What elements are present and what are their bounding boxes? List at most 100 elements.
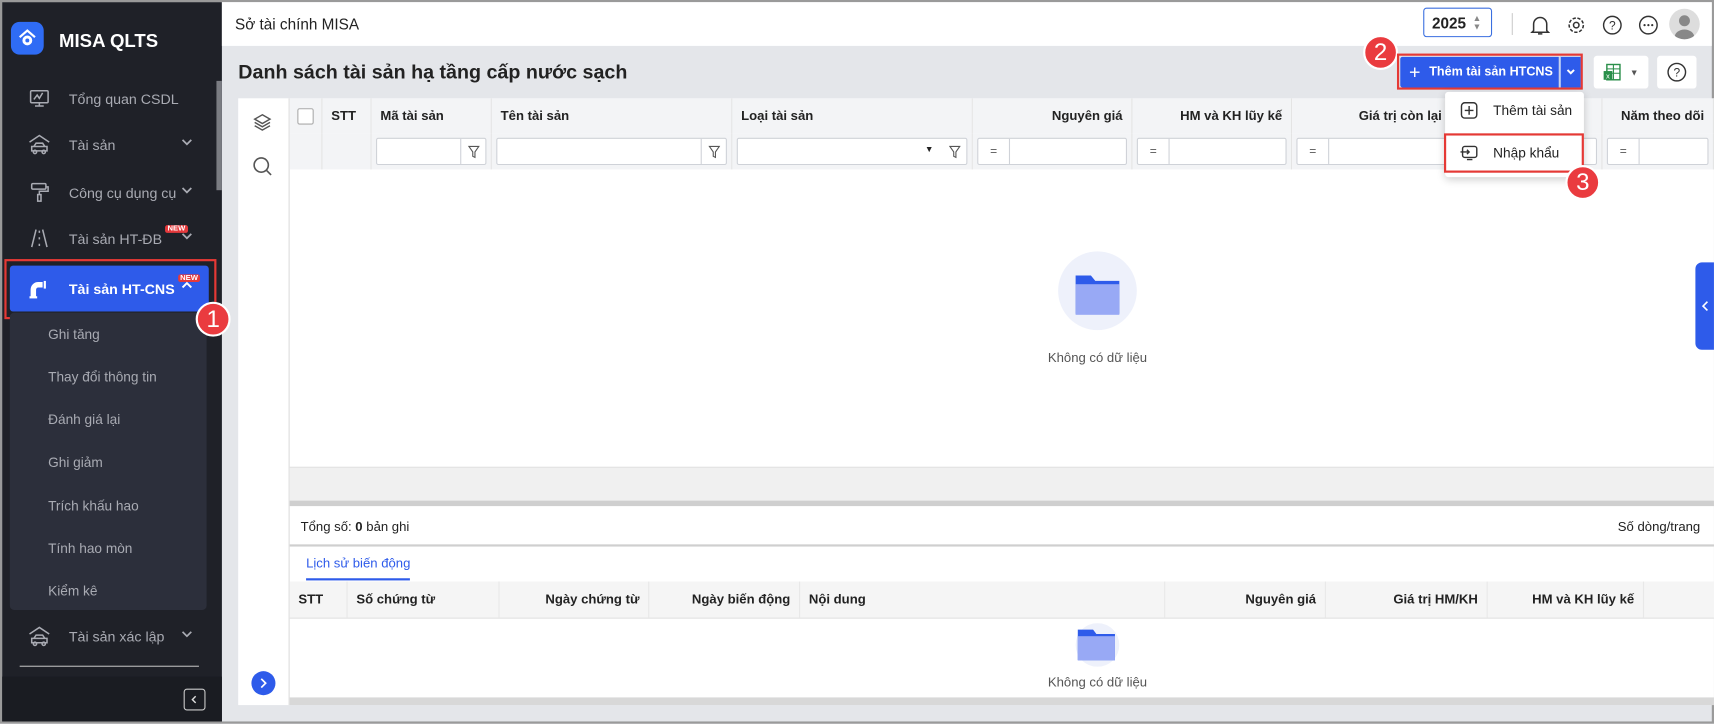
total-records: Tổng số: 0 bản ghi: [301, 519, 410, 534]
sidebar-item-road-assets[interactable]: Tài sản HT-ĐB NEW: [10, 216, 209, 260]
add-dropdown-toggle[interactable]: [1559, 56, 1581, 88]
submenu-item[interactable]: Tính hao mòn: [48, 541, 132, 556]
caret-down-icon: ▼: [1629, 67, 1639, 78]
help-icon: ?: [1667, 62, 1687, 82]
expand-panel-button[interactable]: [251, 671, 276, 696]
grid-panel: STT Mã tài sản Tên tài sản Loại tài sản …: [238, 98, 1714, 706]
filter-input[interactable]: =: [1606, 137, 1709, 166]
sidebar-item-tools[interactable]: Công cụ dụng cụ: [10, 171, 209, 215]
history-col-original-cost[interactable]: Nguyên giá: [1165, 581, 1326, 618]
filter-cell: [322, 133, 372, 170]
col-header-asset-name[interactable]: Tên tài sản: [491, 98, 733, 134]
step-badge-3: 3: [1565, 165, 1601, 201]
house-car-icon: [25, 625, 53, 647]
sidebar-scrollbar[interactable]: [216, 80, 222, 191]
page-help-button[interactable]: ?: [1657, 55, 1697, 89]
collapse-sidebar-button[interactable]: [183, 688, 206, 711]
help-icon[interactable]: ?: [1600, 13, 1624, 37]
right-panel-toggle[interactable]: [1695, 262, 1714, 350]
filter-icon[interactable]: [700, 138, 726, 164]
divider: [1511, 13, 1513, 35]
filter-input[interactable]: =: [977, 137, 1127, 166]
submenu-item[interactable]: Ghi tăng: [48, 327, 100, 342]
history-col-voucher-no[interactable]: Số chứng từ: [348, 581, 500, 618]
filter-input[interactable]: [496, 137, 727, 166]
filter-input[interactable]: [376, 137, 487, 166]
filter-accumulated: =: [1132, 133, 1293, 170]
submenu-item[interactable]: Kiểm kê: [48, 584, 97, 599]
chevron-down-icon: [180, 184, 193, 200]
layers-icon[interactable]: [251, 111, 273, 136]
history-col-accumulated[interactable]: HM và KH lũy kế: [1488, 581, 1645, 618]
sidebar-item-overview[interactable]: Tổng quan CSDL: [10, 77, 209, 121]
horizontal-scrollbar[interactable]: [289, 500, 1714, 507]
operator-equals[interactable]: =: [1608, 138, 1640, 164]
col-header-accumulated-depreciation[interactable]: HM và KH lũy kế: [1132, 98, 1293, 134]
filter-input[interactable]: =: [1136, 137, 1287, 166]
col-header-tracking-year[interactable]: Năm theo dõi: [1602, 98, 1714, 134]
history-col-depreciation-value[interactable]: Giá trị HM/KH: [1326, 581, 1488, 618]
filter-icon[interactable]: [460, 138, 485, 164]
sidebar-item-label: Tài sản HT-ĐB: [68, 230, 163, 247]
sidebar-item-label: Tài sản: [68, 136, 116, 153]
year-value: 2025: [1431, 13, 1467, 32]
water-pipe-icon: [25, 278, 53, 300]
caret-down-icon: ▼: [924, 144, 934, 155]
avatar[interactable]: [1669, 8, 1700, 40]
sidebar-item-established-assets[interactable]: Tài sản xác lập: [10, 614, 209, 658]
bell-icon[interactable]: [1528, 13, 1552, 37]
filter-select[interactable]: ▼: [736, 137, 968, 166]
select-all-header: [289, 98, 323, 134]
chevron-down-icon: [180, 627, 193, 643]
history-scrollbar[interactable]: [289, 697, 1714, 706]
menu-item-label: Thêm tài sản: [1493, 102, 1573, 119]
history-col-change-date[interactable]: Ngày biến động: [649, 581, 801, 618]
sidebar-item-assets[interactable]: Tài sản: [10, 122, 209, 166]
filter-asset-type: ▼: [732, 133, 973, 170]
chevron-down-icon: [180, 230, 193, 246]
submenu-item[interactable]: Thay đổi thông tin: [48, 369, 157, 384]
page-size-label[interactable]: Số dòng/trang: [1618, 519, 1700, 534]
operator-equals[interactable]: =: [1138, 138, 1170, 164]
history-empty-message: Không có dữ liệu: [1047, 674, 1148, 690]
sidebar-item-water-assets[interactable]: Tài sản HT-CNS NEW: [9, 265, 209, 312]
sidebar-item-label: Tổng quan CSDL: [68, 90, 179, 107]
filter-icon[interactable]: [942, 139, 966, 164]
add-htcns-button[interactable]: + Thêm tài sản HTCNS: [1400, 56, 1559, 88]
excel-export-button[interactable]: x ▼: [1593, 55, 1649, 89]
gear-icon[interactable]: [1564, 13, 1588, 37]
plus-square-icon: [1460, 102, 1478, 119]
filter-tracking-year: =: [1602, 133, 1714, 170]
submenu-item[interactable]: Trích khấu hao: [48, 498, 139, 513]
menu-item-add-asset[interactable]: Thêm tài sản: [1460, 102, 1572, 119]
submenu-item[interactable]: Đánh giá lại: [48, 412, 120, 427]
brand-name: MISA QLTS: [59, 30, 159, 52]
filter-input[interactable]: =: [1296, 137, 1447, 166]
col-header-stt[interactable]: STT: [322, 98, 372, 134]
col-header-original-cost[interactable]: Nguyên giá: [972, 98, 1133, 134]
splitter[interactable]: [289, 544, 1714, 547]
col-header-remaining-value[interactable]: Giá trị còn lại: [1292, 98, 1452, 134]
sidebar: MISA QLTS Tổng quan CSDL Tài sản Công cụ…: [2, 2, 222, 722]
submenu: Ghi tăng Thay đổi thông tin Đánh giá lại…: [9, 312, 207, 610]
chevron-up-icon: [180, 279, 193, 295]
col-header-asset-type[interactable]: Loại tài sản: [732, 98, 973, 134]
organization-name: Sở tài chính MISA: [235, 15, 360, 33]
submenu-item[interactable]: Ghi giảm: [48, 455, 103, 470]
history-col-stt[interactable]: STT: [290, 581, 348, 618]
more-icon[interactable]: [1636, 13, 1660, 37]
tab-history[interactable]: Lịch sử biến động: [306, 555, 411, 581]
svg-text:?: ?: [1673, 66, 1680, 80]
svg-text:x: x: [1606, 72, 1610, 81]
history-col-voucher-date[interactable]: Ngày chứng từ: [500, 581, 650, 618]
year-picker[interactable]: 2025 ▲ ▼: [1423, 7, 1493, 38]
operator-equals[interactable]: =: [1298, 138, 1330, 164]
search-icon[interactable]: [251, 155, 273, 180]
operator-equals[interactable]: =: [978, 138, 1011, 164]
history-header: STT Số chứng từ Ngày chứng từ Ngày biến …: [289, 581, 1714, 619]
col-header-asset-code[interactable]: Mã tài sản: [371, 98, 492, 134]
road-icon: [25, 227, 53, 249]
step-badge-2: 2: [1363, 34, 1399, 70]
select-all-checkbox[interactable]: [297, 108, 314, 125]
history-col-content[interactable]: Nội dung: [800, 581, 1166, 618]
